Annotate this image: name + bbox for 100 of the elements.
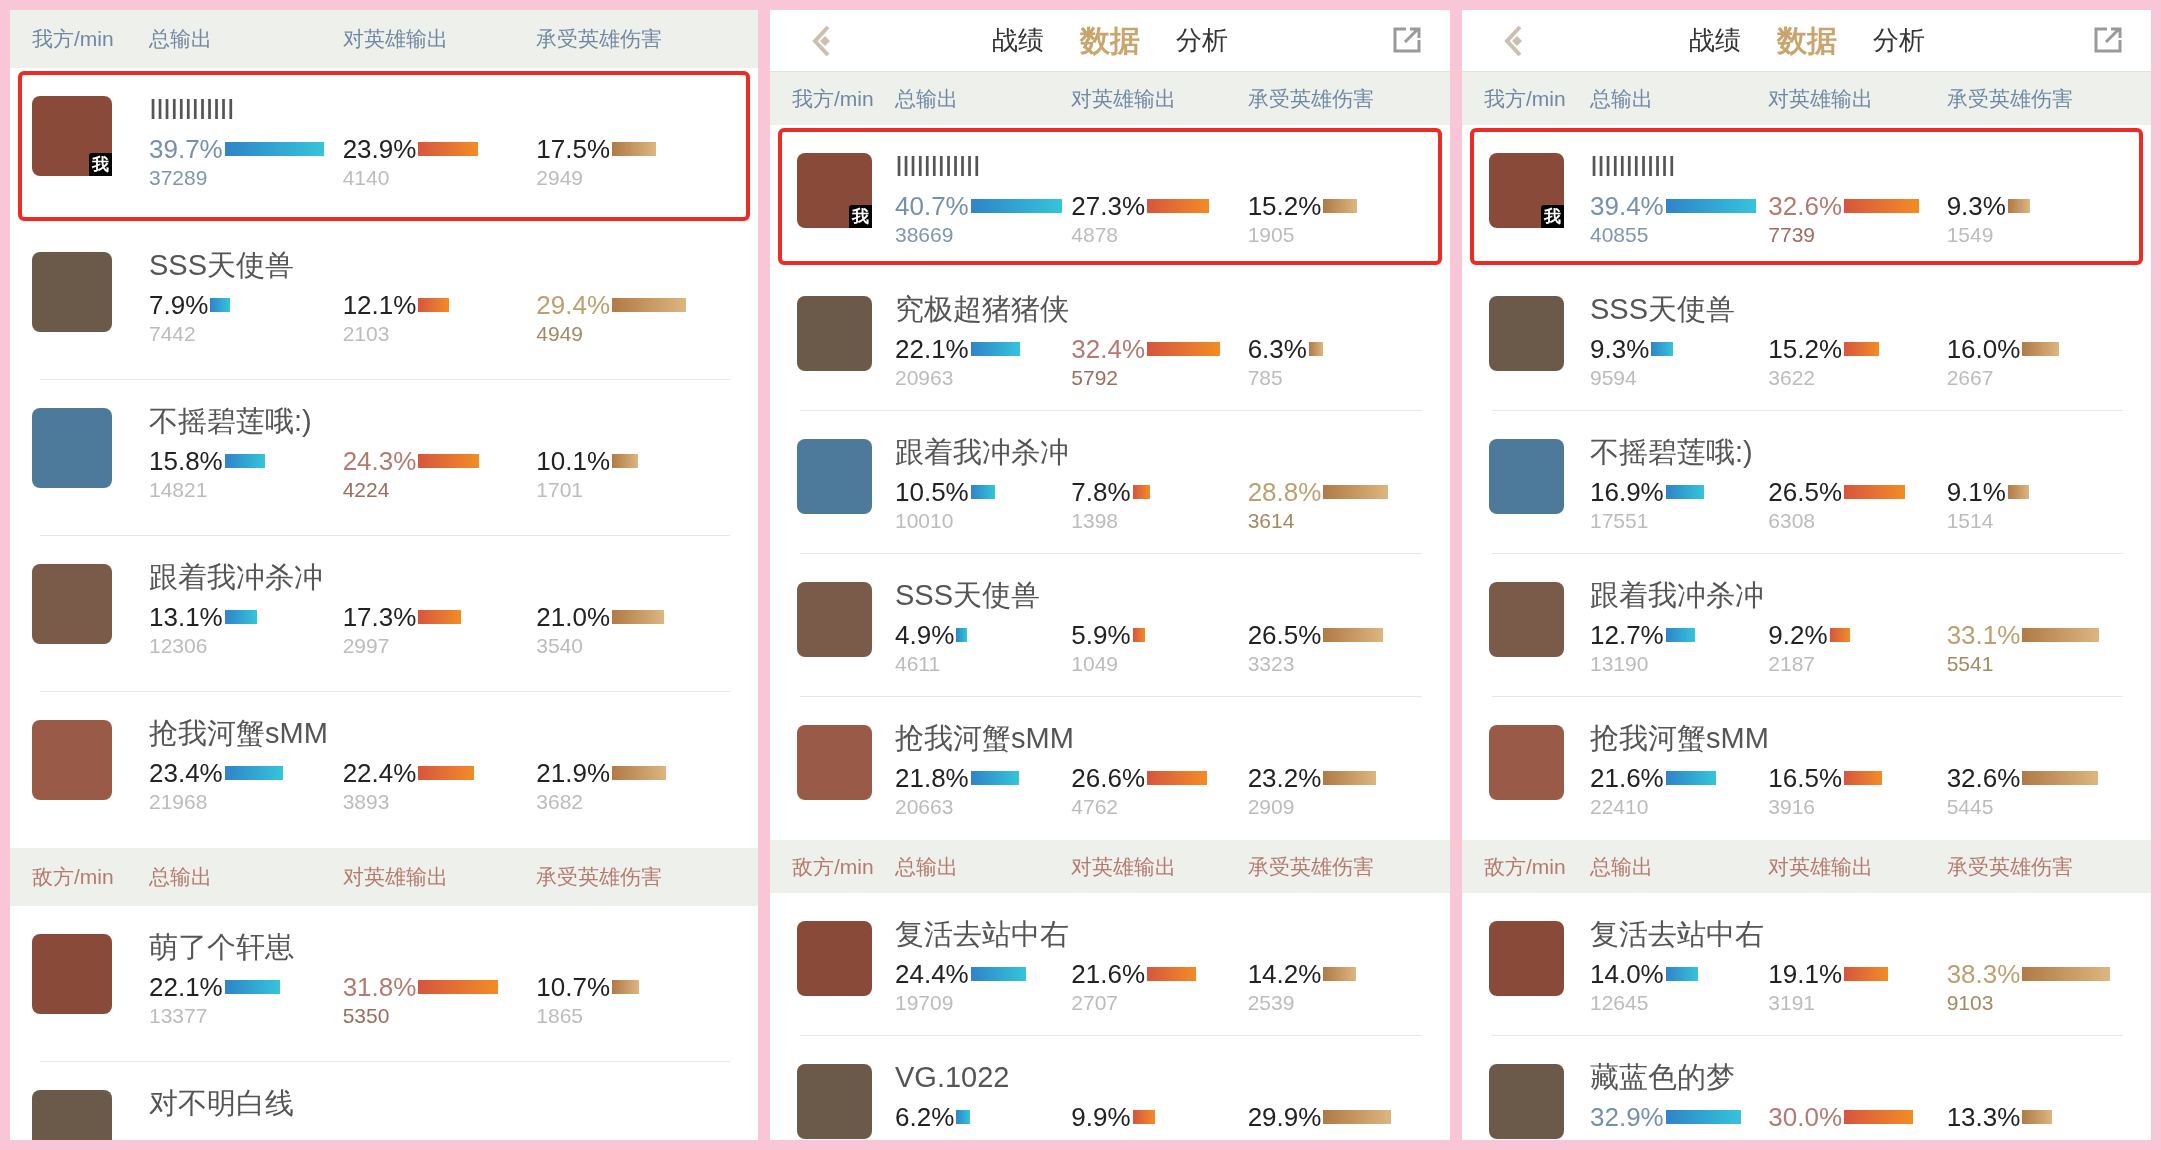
- percent-value: 10.7%: [536, 972, 611, 1002]
- stat-number: 1549: [1946, 222, 1995, 248]
- column-header: 敌方/min: [31, 864, 115, 891]
- percent-value: 40.7%: [895, 191, 969, 221]
- tab[interactable]: 分析: [1872, 21, 1925, 60]
- stat-number: 4224: [342, 477, 391, 503]
- percent-value: 24.3%: [342, 446, 417, 476]
- column-header: 我方/min: [31, 26, 115, 53]
- percent-value: 10.5%: [895, 477, 969, 507]
- percent-value: 23.9%: [342, 134, 417, 164]
- player-name: 抢我河蟹sMM: [149, 716, 329, 751]
- percent-value: 12.7%: [1590, 620, 1664, 650]
- stat-number: 2949: [536, 165, 585, 191]
- stat-number: 12306: [149, 633, 209, 659]
- column-header: 对英雄输出: [1071, 853, 1178, 880]
- stat-number: 2707: [1071, 990, 1120, 1016]
- player-name: SSS天使兽: [1590, 292, 1737, 327]
- percent-value: 21.6%: [1071, 959, 1146, 989]
- percent-value: 6.3%: [1247, 334, 1307, 364]
- stat-number: 3540: [536, 633, 585, 659]
- percent-value: 14.0%: [1590, 959, 1664, 989]
- share-icon[interactable]: [1392, 26, 1422, 54]
- player-name: 不摇碧莲哦:): [149, 404, 313, 439]
- percent-value: 21.0%: [536, 602, 611, 632]
- percent-value: 9.1%: [1946, 477, 2006, 507]
- percent-value: 27.3%: [1071, 191, 1146, 221]
- percent-value: 13.3%: [1946, 1102, 2021, 1132]
- stat-number: 2103: [342, 321, 391, 347]
- percent-value: 22.4%: [342, 758, 417, 788]
- stat-number: 5445: [1946, 794, 1995, 820]
- column-header: 敌方/min: [1483, 853, 1567, 880]
- column-header: 敌方/min: [791, 853, 875, 880]
- tab[interactable]: 分析: [1176, 21, 1228, 60]
- percent-value: 16.0%: [1946, 334, 2021, 364]
- player-name: 跟着我冲杀冲: [895, 435, 1070, 470]
- percent-value: 26.6%: [1071, 763, 1146, 793]
- stat-number: 2667: [1946, 365, 1995, 391]
- stat-number: 5792: [1071, 365, 1120, 391]
- percent-value: 15.8%: [149, 446, 223, 476]
- column-header: 对英雄输出: [342, 26, 449, 53]
- percent-value: 9.9%: [1071, 1102, 1131, 1132]
- percent-value: 26.5%: [1247, 620, 1322, 650]
- stat-number: 1049: [1071, 651, 1120, 677]
- percent-value: 23.4%: [149, 758, 223, 788]
- percent-value: 7.9%: [149, 290, 209, 320]
- percent-value: 31.8%: [342, 972, 417, 1002]
- self-badge: 我: [1541, 205, 1564, 228]
- player-name: 对不明白线: [149, 1086, 295, 1121]
- player-name: 究极超猪猪侠: [895, 292, 1070, 327]
- percent-value: 7.8%: [1071, 477, 1131, 507]
- stat-number: 10010: [895, 508, 955, 534]
- stat-number: 785: [1247, 365, 1284, 391]
- column-header: 承受英雄伤害: [1946, 85, 2074, 112]
- stat-number: 3893: [342, 789, 391, 815]
- player-name: 萌了个轩崽: [149, 930, 295, 965]
- player-name: 跟着我冲杀冲: [149, 560, 324, 595]
- column-header: 对英雄输出: [1768, 853, 1875, 880]
- stat-number: 13377: [149, 1003, 209, 1029]
- column-header: 承受英雄伤害: [536, 864, 664, 891]
- percent-value: 29.9%: [1247, 1102, 1322, 1132]
- stat-number: 19709: [895, 990, 955, 1016]
- stat-number: 17551: [1590, 508, 1650, 534]
- stat-number: 3916: [1768, 794, 1817, 820]
- player-name: IIIIIIIIIIII: [1590, 149, 1676, 184]
- player-name: 跟着我冲杀冲: [1590, 578, 1765, 613]
- percent-value: 17.5%: [536, 134, 611, 164]
- percent-value: 32.6%: [1946, 763, 2021, 793]
- stat-number: 2187: [1768, 651, 1817, 677]
- percent-value: 39.4%: [1590, 191, 1664, 221]
- share-icon[interactable]: [2093, 26, 2123, 54]
- percent-value: 28.8%: [1247, 477, 1322, 507]
- player-name: IIIIIIIIIIII: [895, 149, 981, 184]
- stat-number: 20963: [895, 365, 955, 391]
- percent-value: 6.2%: [895, 1102, 955, 1132]
- stat-number: 7739: [1768, 222, 1817, 248]
- column-header: 承受英雄伤害: [1946, 853, 2074, 880]
- stat-number: 4140: [342, 165, 391, 191]
- stat-number: 6308: [1768, 508, 1817, 534]
- player-name: SSS天使兽: [149, 248, 296, 283]
- percent-value: 21.6%: [1590, 763, 1664, 793]
- stat-number: 12645: [1590, 990, 1650, 1016]
- player-name: 抢我河蟹sMM: [1590, 721, 1770, 756]
- column-header: 对英雄输出: [1768, 85, 1875, 112]
- percent-value: 19.1%: [1768, 959, 1843, 989]
- percent-value: 15.2%: [1768, 334, 1843, 364]
- stat-number: 13190: [1590, 651, 1650, 677]
- percent-value: 14.2%: [1247, 959, 1322, 989]
- stat-number: 4611: [895, 651, 942, 677]
- player-name: 复活去站中右: [895, 917, 1070, 952]
- tab[interactable]: 战绩: [1688, 21, 1741, 60]
- stat-number: 3323: [1247, 651, 1296, 677]
- percent-value: 4.9%: [895, 620, 955, 650]
- percent-value: 32.6%: [1768, 191, 1843, 221]
- percent-value: 26.5%: [1768, 477, 1843, 507]
- stat-number: 14821: [149, 477, 209, 503]
- percent-value: 23.2%: [1247, 763, 1322, 793]
- percent-value: 9.3%: [1946, 191, 2006, 221]
- percent-value: 39.7%: [149, 134, 223, 164]
- tab[interactable]: 战绩: [992, 21, 1044, 60]
- percent-value: 22.1%: [895, 334, 969, 364]
